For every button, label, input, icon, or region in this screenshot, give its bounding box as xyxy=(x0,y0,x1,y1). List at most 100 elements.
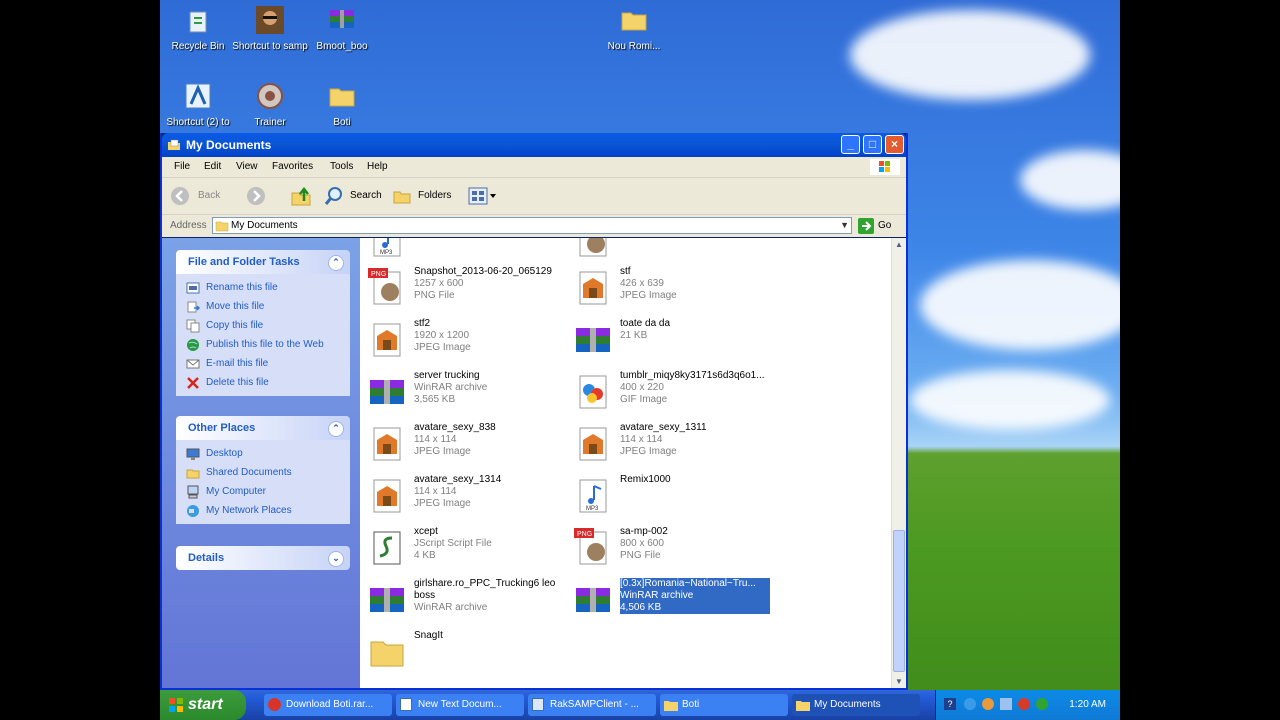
file-name: avatare_sexy_1311 xyxy=(620,422,707,433)
email-file-link[interactable]: E-mail this file xyxy=(186,354,340,373)
file-name: xcept xyxy=(414,526,438,537)
minimize-button[interactable]: _ xyxy=(841,135,860,154)
taskbar-item-download[interactable]: Download Boti.rar... xyxy=(264,694,392,716)
taskbar-item-boti[interactable]: Boti xyxy=(660,694,788,716)
file-meta-2: JPEG Image xyxy=(620,446,677,457)
file-item[interactable]: server trucking WinRAR archive 3,565 KB xyxy=(360,366,560,414)
file-item[interactable]: stf 426 x 639 JPEG Image xyxy=(566,262,766,310)
chevron-down-icon[interactable]: ⌄ xyxy=(328,551,344,567)
delete-file-link[interactable]: Delete this file xyxy=(186,373,340,392)
email-icon xyxy=(186,359,200,368)
back-button[interactable]: Back xyxy=(170,185,226,207)
chevron-up-icon[interactable]: ⌃ xyxy=(328,255,344,271)
desktop-icon-bmoot[interactable]: Bmoot_boo xyxy=(304,4,380,52)
app-window-icon xyxy=(532,698,544,711)
panel-header[interactable]: File and Folder Tasks ⌃ xyxy=(176,250,350,274)
file-text: xcept JScript Script File 4 KB xyxy=(414,526,564,562)
desktop-icon-shortcut-samp[interactable]: Shortcut to samp xyxy=(232,4,308,52)
move-file-link[interactable]: Move this file xyxy=(186,297,340,316)
scroll-down-icon[interactable]: ▼ xyxy=(892,677,906,686)
file-item[interactable]: MP3 Remix1000 xyxy=(566,470,766,518)
scroll-up-icon[interactable]: ▲ xyxy=(892,240,906,249)
taskbar-item-my-documents[interactable]: My Documents xyxy=(792,694,920,716)
file-item[interactable]: toate da da 21 KB xyxy=(566,314,766,362)
scroll-thumb[interactable] xyxy=(893,530,905,672)
address-dropdown-icon[interactable]: ▼ xyxy=(840,218,849,233)
folders-button[interactable]: Folders xyxy=(392,185,456,207)
file-item[interactable]: MP3(Special Guest Connect-R)-O... xyxy=(360,238,560,262)
panel-header[interactable]: Other Places ⌃ xyxy=(176,416,350,440)
file-item[interactable]: PNG Snapshot_2013-06-20_065129 1257 x 600 P… xyxy=(360,262,560,310)
menu-view[interactable]: View xyxy=(236,161,258,172)
jpeg-icon xyxy=(579,271,607,305)
menu-favorites[interactable]: Favorites xyxy=(272,161,313,172)
winrar-icon xyxy=(330,10,354,28)
views-icon[interactable] xyxy=(468,187,498,205)
volume-tray-icon[interactable] xyxy=(1000,698,1012,710)
menu-edit[interactable]: Edit xyxy=(204,161,221,172)
help-tray-icon[interactable]: ? xyxy=(944,698,956,710)
file-item[interactable]: girlshare.ro_PPC_Trucking6 leo boss WinRA… xyxy=(360,574,560,622)
desktop-icon-trainer[interactable]: Trainer xyxy=(232,80,308,128)
my-network-places-link[interactable]: My Network Places xyxy=(186,501,340,520)
menu-tools[interactable]: Tools xyxy=(330,161,353,172)
taskbar-item-notepad[interactable]: New Text Docum... xyxy=(396,694,524,716)
vertical-scrollbar[interactable]: ▲ ▼ xyxy=(891,238,906,688)
link-label: Delete this file xyxy=(206,377,269,388)
search-button[interactable]: Search xyxy=(324,185,386,207)
file-item[interactable]: SnagIt xyxy=(360,626,560,674)
desktop-icon-folder-nou[interactable]: Nou Romi... xyxy=(596,4,672,52)
task-label: Download Boti.rar... xyxy=(286,699,374,710)
copy-file-link[interactable]: Copy this file xyxy=(186,316,340,335)
file-name: toate da da xyxy=(620,318,671,329)
file-name: SnagIt xyxy=(414,630,443,641)
my-documents-icon xyxy=(215,221,229,232)
rename-file-link[interactable]: Rename this file xyxy=(186,278,340,297)
file-item[interactable]: tumblr_miqy8ky3171s6d3q6o1... 400 x 220 GI… xyxy=(566,366,766,414)
file-item[interactable]: avatare_sexy_1311 114 x 114 JPEG Image xyxy=(566,418,766,466)
gif-icon xyxy=(579,375,607,409)
go-button[interactable]: Go xyxy=(858,218,898,234)
chevron-up-icon[interactable]: ⌃ xyxy=(328,421,344,437)
desktop-link[interactable]: Desktop xyxy=(186,444,340,463)
my-computer-link[interactable]: My Computer xyxy=(186,482,340,501)
go-label: Go xyxy=(878,220,892,231)
publish-file-link[interactable]: Publish this file to the Web xyxy=(186,335,340,354)
menu-help[interactable]: Help xyxy=(367,161,388,172)
file-item[interactable]: stf2 1920 x 1200 JPEG Image xyxy=(360,314,560,362)
network-tray-icon[interactable] xyxy=(964,698,976,710)
panel-title: Details xyxy=(188,552,225,564)
file-item[interactable]: [0.3x]Romania~National~Tru... WinRAR arch… xyxy=(566,574,770,622)
file-meta-1: 1257 x 600 xyxy=(414,278,464,289)
start-button[interactable]: start xyxy=(160,690,246,720)
file-item[interactable]: PNG sa-mp-002 800 x 600 PNG File xyxy=(566,522,766,570)
svg-text:PNG: PNG xyxy=(577,531,592,538)
close-button[interactable]: × xyxy=(885,135,904,154)
desktop-icon-boti[interactable]: Boti xyxy=(304,80,380,128)
menu-file[interactable]: File xyxy=(174,161,190,172)
desktop-icon-recycle-bin[interactable]: Recycle Bin xyxy=(160,4,236,52)
messenger-tray-icon[interactable] xyxy=(982,698,994,710)
file-item[interactable]: avatare_sexy_1314 114 x 114 JPEG Image xyxy=(360,470,560,518)
file-item[interactable]: xcept JScript Script File 4 KB xyxy=(360,522,560,570)
forward-arrow-icon[interactable] xyxy=(246,186,266,206)
file-meta-2: GIF Image xyxy=(620,394,668,405)
address-field[interactable]: My Documents ▼ xyxy=(212,217,852,234)
file-item[interactable]: PNG565 x 299PNG File xyxy=(566,238,766,262)
file-item[interactable]: avatare_sexy_838 114 x 114 JPEG Image xyxy=(360,418,560,466)
jpeg-icon xyxy=(373,323,401,357)
up-folder-icon[interactable] xyxy=(290,185,312,207)
title-bar[interactable]: My Documents _ □ × xyxy=(162,133,906,157)
maximize-button[interactable]: □ xyxy=(863,135,882,154)
file-name: Snapshot_2013-06-20_065129 xyxy=(414,266,552,277)
skype-tray-icon[interactable] xyxy=(1036,698,1048,710)
desktop-icon-shortcut-2[interactable]: Shortcut (2) to xyxy=(160,80,236,128)
link-label: E-mail this file xyxy=(206,358,269,369)
link-label: Desktop xyxy=(206,448,243,459)
panel-header[interactable]: Details ⌄ xyxy=(176,546,350,570)
file-meta-2: JPEG Image xyxy=(414,446,471,457)
file-list: MP3(Special Guest Connect-R)-O...PNG565 … xyxy=(360,238,892,688)
antivirus-tray-icon[interactable] xyxy=(1018,698,1030,710)
taskbar-item-raksamp[interactable]: RakSAMPClient - ... xyxy=(528,694,656,716)
shared-documents-link[interactable]: Shared Documents xyxy=(186,463,340,482)
